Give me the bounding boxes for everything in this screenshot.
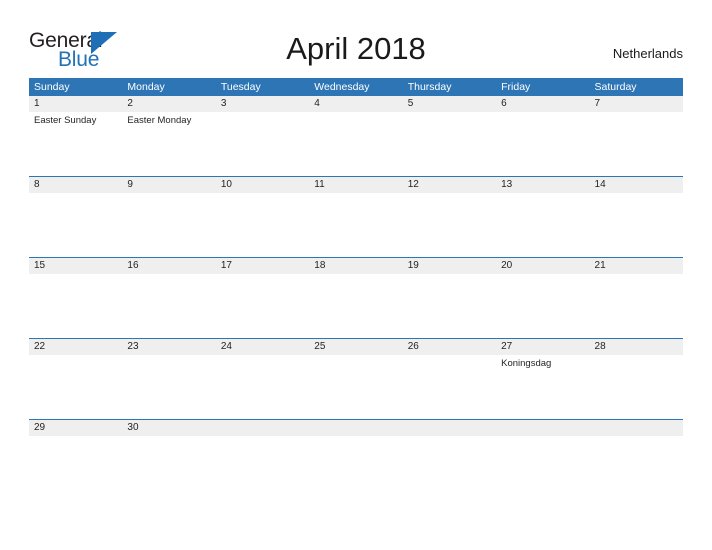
day-number[interactable]: 17 [216, 258, 309, 274]
week-event-band [29, 274, 683, 338]
week-date-band: 29 30 [29, 420, 683, 436]
day-number[interactable]: 2 [122, 96, 215, 112]
day-event [29, 193, 122, 257]
day-number[interactable]: 30 [122, 420, 215, 436]
week-event-band: Easter Sunday Easter Monday [29, 112, 683, 176]
day-number[interactable]: 21 [590, 258, 683, 274]
day-event [29, 355, 122, 419]
day-event: Easter Sunday [34, 115, 97, 126]
day-number[interactable]: 3 [216, 96, 309, 112]
week-event-band [29, 193, 683, 257]
day-number[interactable]: 28 [590, 339, 683, 355]
day-event [216, 274, 309, 338]
day-event [309, 274, 402, 338]
day-number[interactable]: 22 [29, 339, 122, 355]
day-number[interactable]: 8 [29, 177, 122, 193]
day-number[interactable]: 9 [122, 177, 215, 193]
day-event [309, 436, 402, 463]
day-event [590, 436, 683, 463]
calendar-week-row: 29 30 [29, 419, 683, 463]
day-event [216, 355, 309, 419]
day-number[interactable]: 16 [122, 258, 215, 274]
day-event: Easter Monday [127, 115, 192, 126]
day-number[interactable]: 18 [309, 258, 402, 274]
day-event [403, 193, 496, 257]
day-number[interactable]: 6 [496, 96, 589, 112]
day-number[interactable]: 4 [309, 96, 402, 112]
calendar-week-row: 15 16 17 18 19 20 21 [29, 257, 683, 338]
page-title: April 2018 [286, 31, 426, 66]
day-event [309, 355, 402, 419]
day-number[interactable]: 27 [496, 339, 589, 355]
region-label: Netherlands [612, 46, 683, 61]
day-number [496, 420, 589, 436]
week-date-band: 8 9 10 11 12 13 14 [29, 177, 683, 193]
week-event-band [29, 436, 683, 463]
week-date-band: 1 2 3 4 5 6 7 [29, 96, 683, 112]
day-event [216, 193, 309, 257]
day-event [122, 436, 215, 463]
day-event [590, 274, 683, 338]
weekday-saturday: Saturday [594, 81, 637, 93]
day-number[interactable]: 14 [590, 177, 683, 193]
day-event [122, 193, 215, 257]
day-event [122, 355, 215, 419]
day-number [403, 420, 496, 436]
day-event [590, 193, 683, 257]
day-number [590, 420, 683, 436]
day-event: Koningsdag [501, 358, 552, 369]
day-number[interactable]: 1 [29, 96, 122, 112]
calendar-page: General Blue April 2018 Netherlands Sund… [0, 0, 712, 550]
day-number[interactable]: 11 [309, 177, 402, 193]
day-number[interactable]: 25 [309, 339, 402, 355]
week-event-band: Koningsdag [29, 355, 683, 419]
day-event [590, 112, 683, 176]
weekday-monday: Monday [127, 81, 165, 93]
calendar-week-row: 8 9 10 11 12 13 14 [29, 176, 683, 257]
day-event [496, 193, 589, 257]
day-number[interactable]: 7 [590, 96, 683, 112]
day-number[interactable]: 10 [216, 177, 309, 193]
day-number[interactable]: 29 [29, 420, 122, 436]
day-number[interactable]: 26 [403, 339, 496, 355]
day-event [496, 436, 589, 463]
day-event [122, 274, 215, 338]
day-number[interactable]: 15 [29, 258, 122, 274]
day-number [216, 420, 309, 436]
weekday-thursday: Thursday [407, 81, 452, 93]
day-number[interactable]: 23 [122, 339, 215, 355]
calendar-week-row: 1 2 3 4 5 6 7 Easter Sunday Easter Monda… [29, 96, 683, 176]
day-event [216, 436, 309, 463]
day-number[interactable]: 19 [403, 258, 496, 274]
week-date-band: 22 23 24 25 26 27 28 [29, 339, 683, 355]
day-event [590, 355, 683, 419]
day-number[interactable]: 20 [496, 258, 589, 274]
day-number[interactable]: 5 [403, 96, 496, 112]
day-number [309, 420, 402, 436]
day-number[interactable]: 13 [496, 177, 589, 193]
weekday-wednesday: Wednesday [314, 81, 370, 93]
day-event [29, 436, 122, 463]
day-event [29, 274, 122, 338]
day-event [403, 274, 496, 338]
day-event [496, 112, 589, 176]
day-event [403, 112, 496, 176]
day-event [216, 112, 309, 176]
day-event [496, 274, 589, 338]
day-event [403, 436, 496, 463]
weekday-header-row: Sunday Monday Tuesday Wednesday Thursday… [29, 78, 683, 96]
calendar-grid: Sunday Monday Tuesday Wednesday Thursday… [29, 78, 683, 463]
day-number[interactable]: 24 [216, 339, 309, 355]
calendar-week-row: 22 23 24 25 26 27 28 Koningsdag [29, 338, 683, 419]
week-date-band: 15 16 17 18 19 20 21 [29, 258, 683, 274]
day-number[interactable]: 12 [403, 177, 496, 193]
page-header: General Blue April 2018 Netherlands [0, 0, 712, 78]
day-event [309, 112, 402, 176]
day-event [309, 193, 402, 257]
day-event [403, 355, 496, 419]
weekday-tuesday: Tuesday [220, 81, 261, 93]
weekday-friday: Friday [501, 81, 531, 93]
weekday-sunday: Sunday [34, 81, 70, 93]
